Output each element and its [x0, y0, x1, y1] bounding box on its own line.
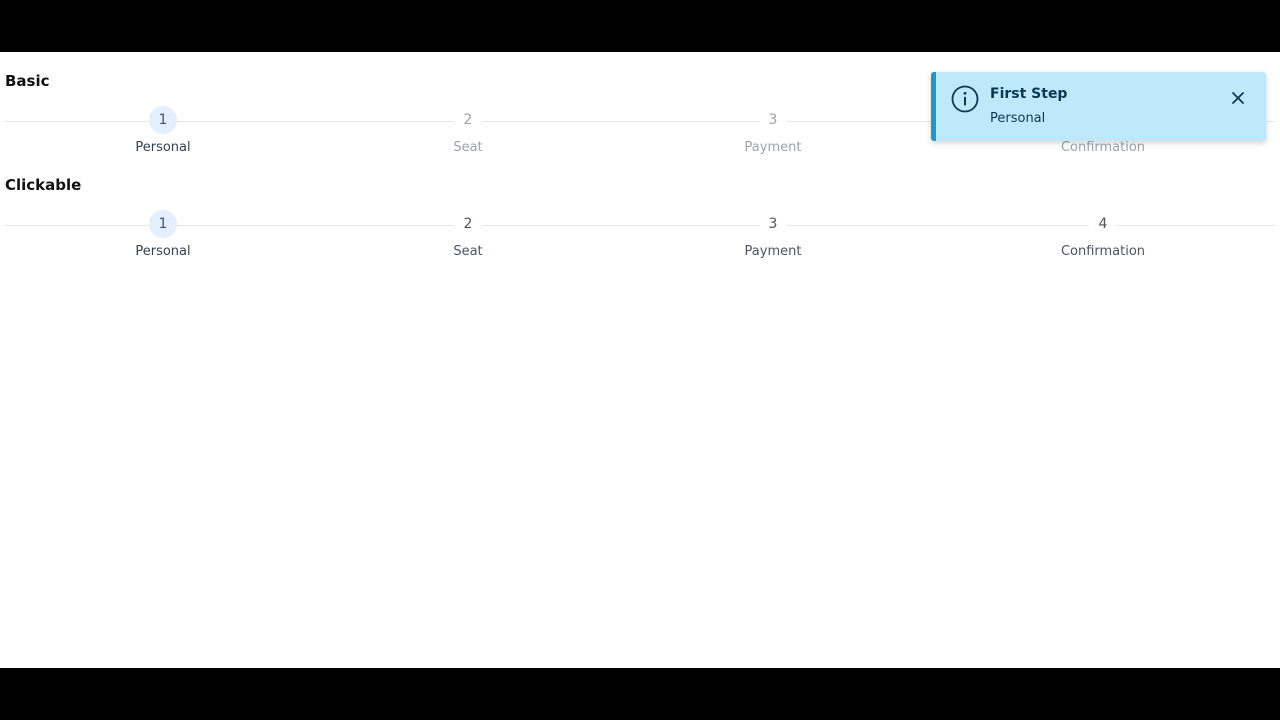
step-number: 1: [149, 106, 177, 134]
toast-message: First Step Personal: [931, 72, 1266, 141]
steps-clickable: 1 Personal 2 Seat 3 Payment 4 Confirmati…: [5, 210, 1275, 270]
step-label[interactable]: Seat: [388, 244, 548, 259]
step-personal: 1 Personal: [83, 106, 243, 155]
step-number: 2: [454, 106, 482, 134]
step-label[interactable]: Confirmation: [1023, 244, 1183, 259]
step-number[interactable]: 1: [149, 210, 177, 238]
step-label: Personal: [135, 140, 191, 155]
step-label[interactable]: Personal: [83, 244, 243, 259]
step-seat: 2 Seat: [388, 106, 548, 155]
step-label: Payment: [744, 140, 802, 155]
step-payment[interactable]: 3 Payment: [693, 210, 853, 259]
info-circle-icon: [950, 84, 980, 114]
step-number[interactable]: 4: [1089, 210, 1117, 238]
step-number[interactable]: 3: [759, 210, 787, 238]
step-personal[interactable]: 1 Personal: [83, 210, 243, 259]
step-number: 3: [759, 106, 787, 134]
step-number[interactable]: 2: [454, 210, 482, 238]
section-title-basic: Basic: [5, 72, 50, 90]
step-payment: 3 Payment: [693, 106, 853, 155]
step-seat[interactable]: 2 Seat: [388, 210, 548, 259]
step-label: Seat: [453, 140, 483, 155]
toast-title: First Step: [990, 86, 1068, 102]
toast-detail: Personal: [990, 111, 1046, 126]
step-confirmation[interactable]: 4 Confirmation: [1023, 210, 1183, 259]
step-label: Confirmation: [1060, 140, 1146, 155]
page-content: Basic 1 Personal 2 Seat 3 Payment 4 Conf…: [0, 52, 1280, 668]
close-icon[interactable]: [1230, 90, 1246, 106]
section-title-clickable: Clickable: [5, 176, 82, 194]
step-label[interactable]: Payment: [693, 244, 853, 259]
